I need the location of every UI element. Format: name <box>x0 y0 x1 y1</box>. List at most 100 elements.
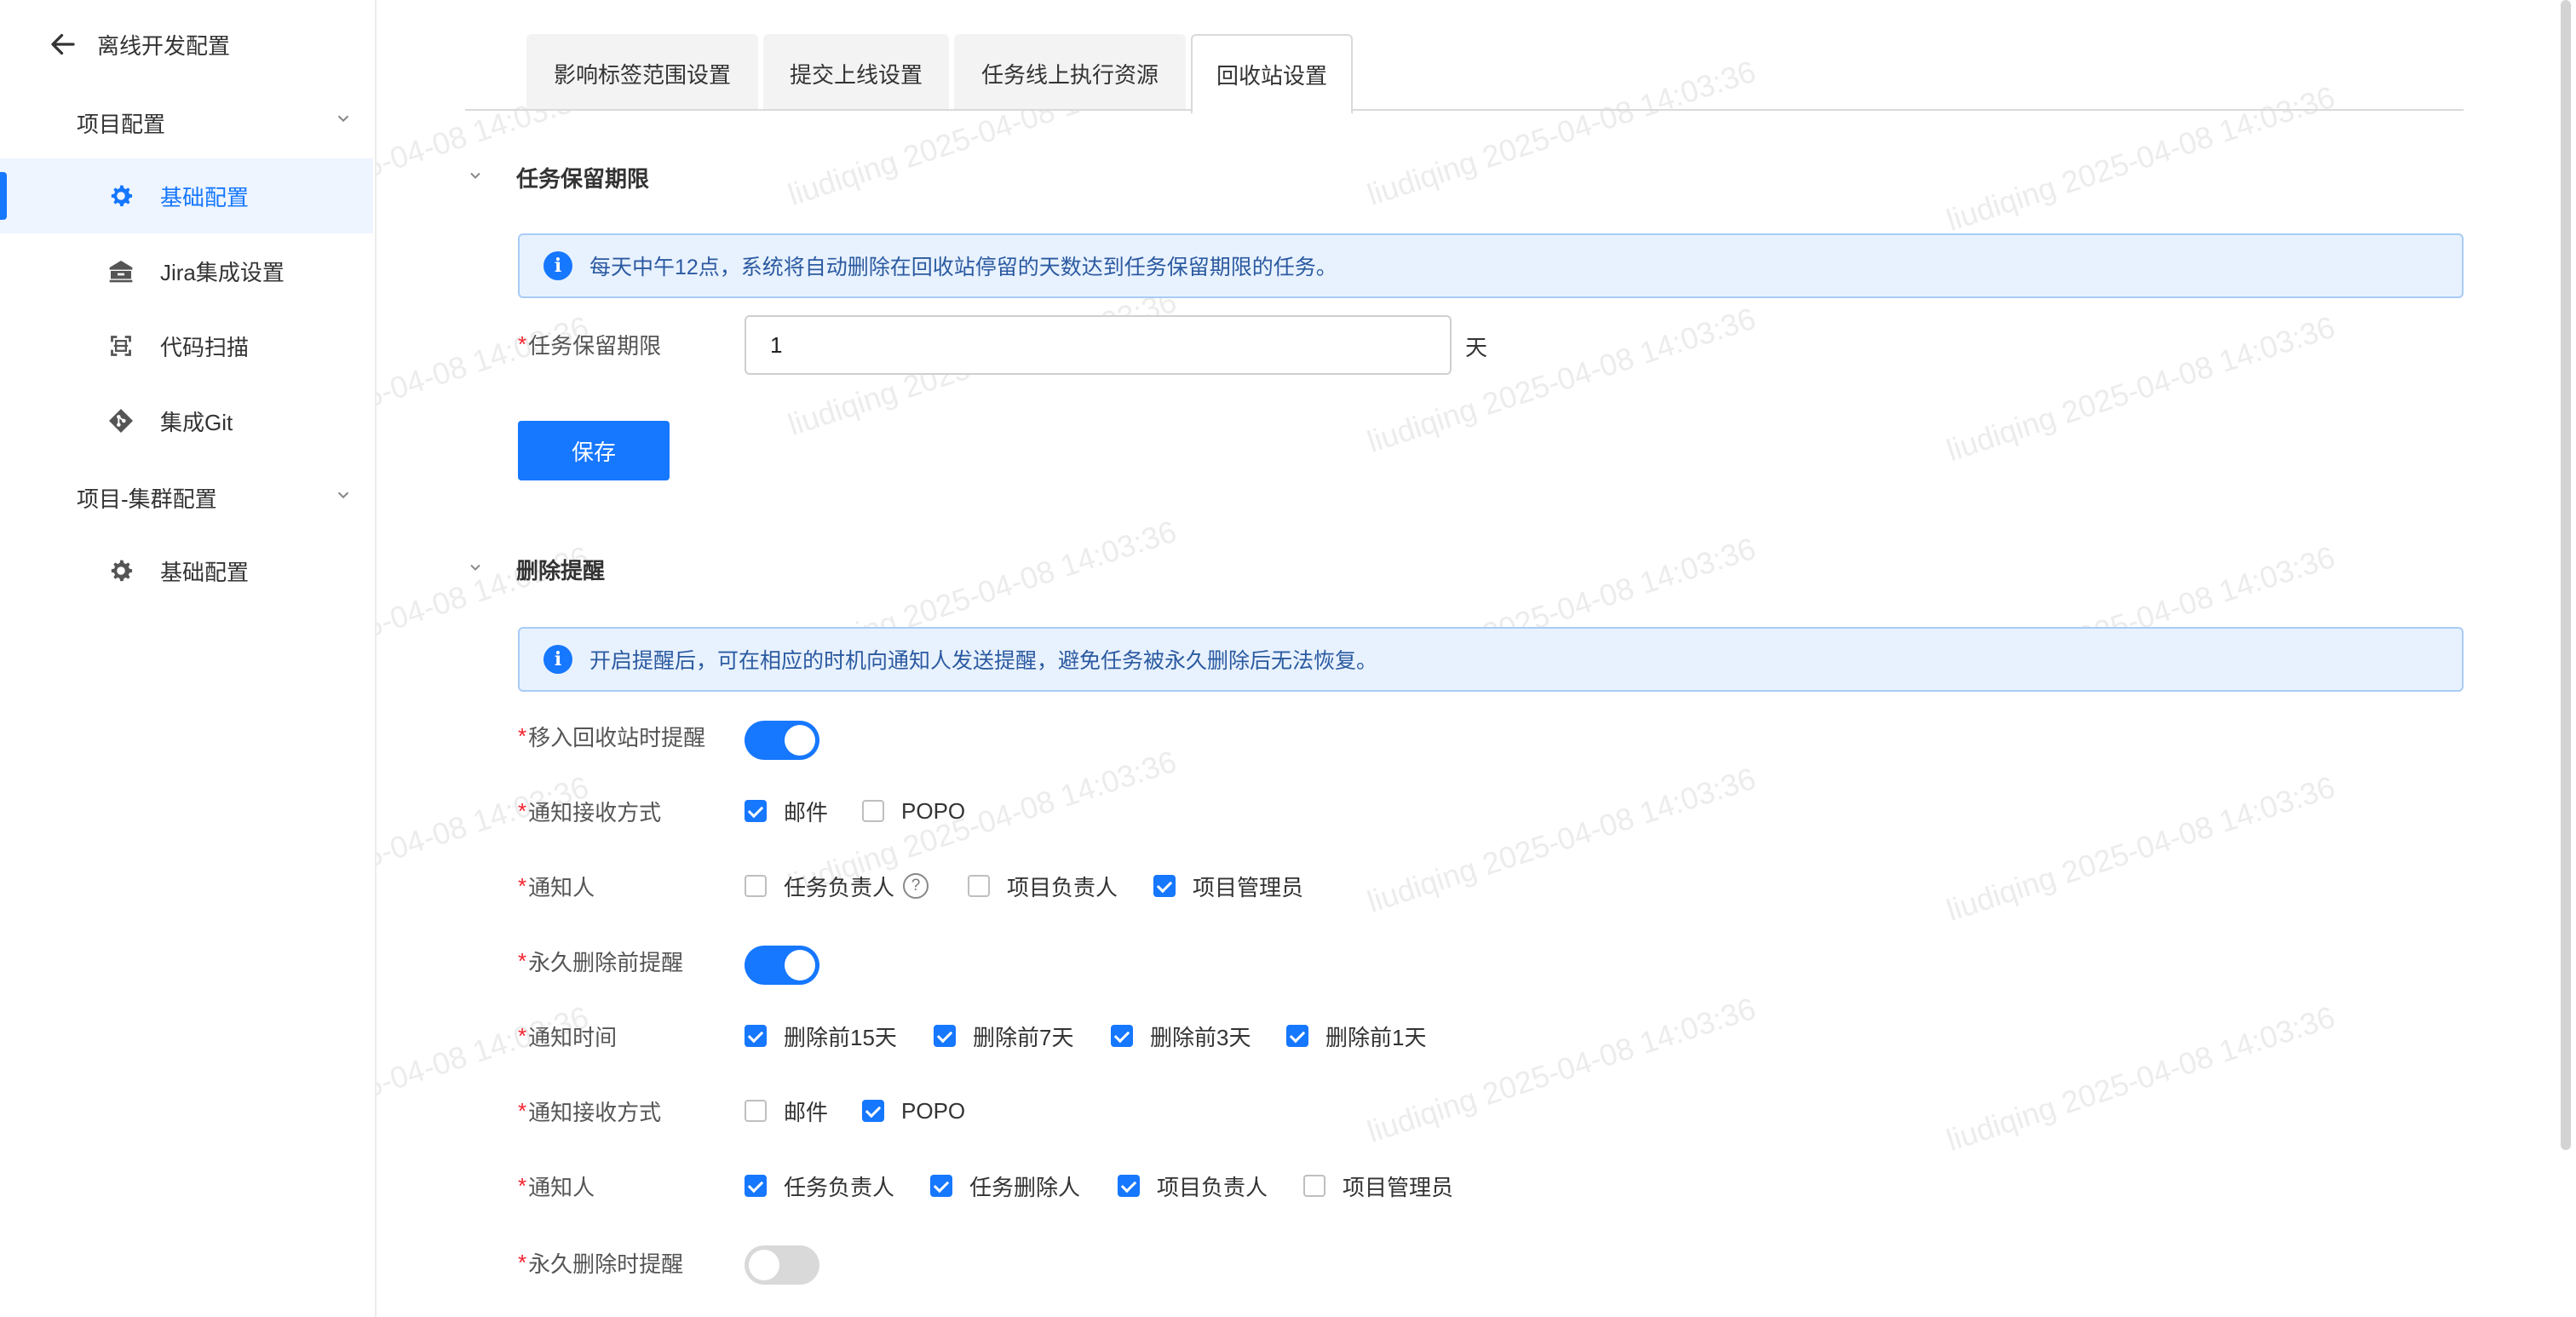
section-title: 任务保留期限 <box>516 165 650 192</box>
checkbox-1-day[interactable]: 删除前1天 <box>1286 1017 1426 1055</box>
checkbox-project-owner[interactable]: 项目负责人 <box>968 867 1118 905</box>
sidebar-item-jira[interactable]: Jira集成设置 <box>0 233 373 308</box>
watermark: liudiqing 2025-04-08 14:03:36 <box>1363 760 1760 919</box>
watermark: liudiqing 2025-04-08 14:03:36 <box>1942 78 2339 238</box>
sidebar-item-label: 集成Git <box>160 409 233 435</box>
sidebar-item-basic-config[interactable]: 基础配置 <box>0 158 373 233</box>
checkbox-email[interactable]: 邮件 <box>745 792 828 830</box>
save-button[interactable]: 保存 <box>518 421 670 480</box>
sidebar-title: 离线开发配置 <box>97 32 231 59</box>
checkbox-15-days[interactable]: 删除前15天 <box>745 1017 897 1055</box>
git-icon <box>107 407 135 434</box>
checkbox-box[interactable] <box>862 1100 884 1122</box>
before-delete-remind-switch[interactable] <box>745 946 819 985</box>
checkbox-project-admin-2[interactable]: 项目管理员 <box>1303 1167 1453 1205</box>
sidebar-item-cluster-basic-config[interactable]: 基础配置 <box>0 533 373 608</box>
chevron-down-icon[interactable] <box>334 109 353 133</box>
checkbox-3-days[interactable]: 删除前3天 <box>1111 1017 1251 1055</box>
info-icon: i <box>543 251 572 280</box>
move-remind-switch[interactable] <box>745 721 819 760</box>
sidebar-item-label: 基础配置 <box>160 184 250 210</box>
tab-label: 提交上线设置 <box>789 61 923 88</box>
info-icon: i <box>543 645 572 674</box>
checkbox-box[interactable] <box>1303 1175 1325 1197</box>
checkbox-project-owner-2[interactable]: 项目负责人 <box>1118 1167 1268 1205</box>
retention-label: * 任务保留期限 <box>518 331 662 359</box>
checkbox-box[interactable] <box>1286 1025 1308 1047</box>
checkbox-box[interactable] <box>968 875 990 897</box>
chevron-down-icon[interactable] <box>334 486 353 509</box>
retention-days-input[interactable] <box>745 315 1452 375</box>
sidebar-item-label: 代码扫描 <box>160 334 250 360</box>
tab-recycle-bin[interactable]: 回收站设置 <box>1191 34 1353 114</box>
gear-icon <box>107 557 135 584</box>
checkbox-task-deleter[interactable]: 任务删除人 <box>930 1167 1080 1205</box>
checkbox-project-admin[interactable]: 项目管理员 <box>1153 867 1303 905</box>
tab-submit-online[interactable]: 提交上线设置 <box>763 34 949 111</box>
arrow-left-icon[interactable] <box>48 29 78 60</box>
receive-method-label-2: * 通知接收方式 <box>518 1097 662 1125</box>
info-text: 每天中午12点，系统将自动删除在回收站停留的天数达到任务保留期限的任务。 <box>589 256 1337 279</box>
section-retention-header[interactable]: 任务保留期限 <box>467 160 649 194</box>
checkbox-task-owner-2[interactable]: 任务负责人 <box>745 1167 894 1205</box>
tab-divider <box>465 109 2464 111</box>
watermark: liudiqing 2025-04-08 14:03:36 <box>1942 768 2339 928</box>
sidebar-group-project[interactable]: 项目配置 <box>77 107 165 139</box>
tab-label: 回收站设置 <box>1216 62 1327 89</box>
move-remind-label: * 移入回收站时提醒 <box>518 722 706 751</box>
info-alert: i 开启提醒后，可在相应的时机向通知人发送提醒，避免任务被永久删除后无法恢复。 <box>518 627 2464 692</box>
question-icon[interactable]: ? <box>903 873 929 899</box>
checkbox-box[interactable] <box>1118 1175 1140 1197</box>
watermark: liudiqing 2025-04-08 14:03:36 <box>1363 53 1760 212</box>
scan-icon <box>107 332 135 359</box>
checkbox-box[interactable] <box>1153 875 1176 897</box>
checkbox-7-days[interactable]: 删除前7天 <box>934 1017 1073 1055</box>
on-delete-remind-label: * 永久删除时提醒 <box>518 1249 684 1277</box>
receive-method-label: * 通知接收方式 <box>518 797 662 825</box>
tab-label: 任务线上执行资源 <box>980 61 1159 88</box>
section-delete-remind-header[interactable]: 删除提醒 <box>467 552 605 586</box>
sidebar-group-label: 项目-集群配置 <box>77 486 217 512</box>
sidebar-group-cluster[interactable]: 项目-集群配置 <box>77 482 217 514</box>
checkbox-email-2[interactable]: 邮件 <box>745 1092 828 1130</box>
tab-label: 影响标签范围设置 <box>553 61 731 88</box>
checkbox-box[interactable] <box>930 1175 952 1197</box>
checkbox-box[interactable] <box>1111 1025 1133 1047</box>
sidebar-item-label: Jira集成设置 <box>160 259 285 285</box>
chevron-down-icon[interactable] <box>467 167 492 188</box>
checkbox-box[interactable] <box>934 1025 956 1047</box>
checkbox-popo[interactable]: POPO <box>862 792 965 830</box>
section-title: 删除提醒 <box>516 557 606 584</box>
sidebar: 离线开发配置 项目配置 基础配置 Jira集成设置 代码扫描 集成Git 项目-… <box>0 0 377 1317</box>
bank-icon <box>107 257 135 285</box>
unit-label: 天 <box>1465 335 1488 360</box>
watermark: liudiqing 2025-04-08 14:03:36 <box>1942 998 2339 1158</box>
checkbox-task-owner[interactable]: 任务负责人? <box>745 867 929 905</box>
gear-icon <box>107 182 135 210</box>
tab-label-scope[interactable]: 影响标签范围设置 <box>526 34 758 111</box>
checkbox-box[interactable] <box>745 800 767 822</box>
sidebar-item-git[interactable]: 集成Git <box>0 383 373 458</box>
watermark: liudiqing 2025-04-08 14:03:36 <box>1363 990 1760 1149</box>
tab-online-resources[interactable]: 任务线上执行资源 <box>954 34 1186 111</box>
scrollbar[interactable] <box>2561 0 2571 1150</box>
checkbox-box[interactable] <box>745 1100 767 1122</box>
back-link[interactable]: 离线开发配置 <box>48 26 230 63</box>
checkbox-box[interactable] <box>745 1175 767 1197</box>
sidebar-item-label: 基础配置 <box>160 559 250 585</box>
checkbox-box[interactable] <box>745 875 767 897</box>
on-delete-remind-switch[interactable] <box>745 1245 819 1285</box>
active-indicator <box>0 172 7 220</box>
sidebar-item-code-scan[interactable]: 代码扫描 <box>0 308 373 383</box>
before-delete-remind-label: * 永久删除前提醒 <box>518 947 684 975</box>
checkbox-box[interactable] <box>862 800 884 822</box>
info-text: 开启提醒后，可在相应的时机向通知人发送提醒，避免任务被永久删除后无法恢复。 <box>589 649 1378 673</box>
chevron-down-icon[interactable] <box>467 559 492 580</box>
notify-time-label: * 通知时间 <box>518 1022 618 1050</box>
watermark: liudiqing 2025-04-08 14:03:36 <box>1942 308 2339 468</box>
checkbox-popo-2[interactable]: POPO <box>862 1092 965 1130</box>
info-alert: i 每天中午12点，系统将自动删除在回收站停留的天数达到任务保留期限的任务。 <box>518 233 2464 298</box>
checkbox-box[interactable] <box>745 1025 767 1047</box>
notifier-label: * 通知人 <box>518 872 595 900</box>
sidebar-group-label: 项目配置 <box>77 112 166 137</box>
